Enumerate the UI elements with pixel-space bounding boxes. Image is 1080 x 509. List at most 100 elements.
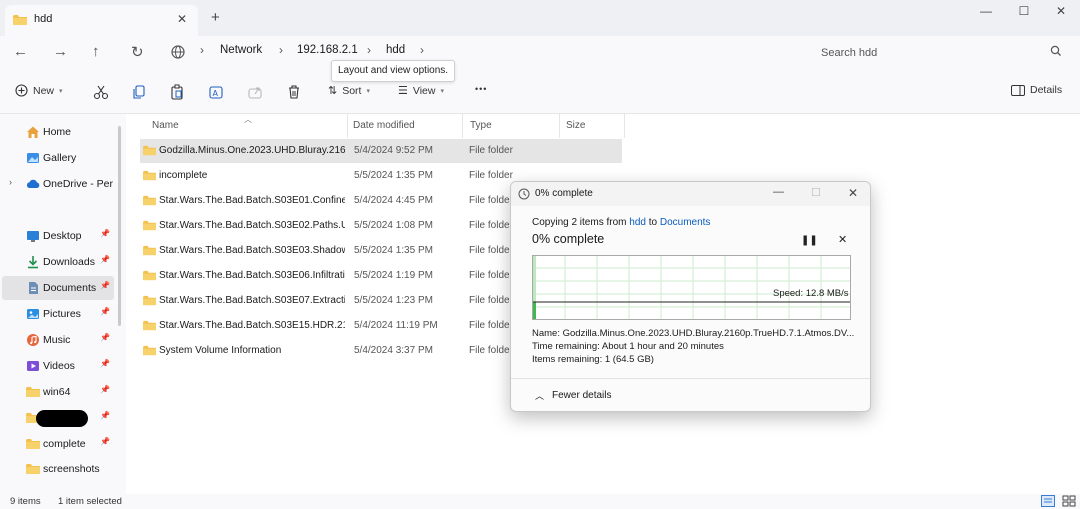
sidebar-item-onedrive[interactable]: › OneDrive - Personal xyxy=(0,172,116,196)
expand-chevron-icon[interactable]: › xyxy=(9,177,12,187)
sidebar-item-redacted[interactable]: 📌 xyxy=(0,406,116,430)
file-date: 5/5/2024 1:35 PM xyxy=(354,245,433,256)
table-row[interactable]: Godzilla.Minus.One.2023.UHD.Bluray.2160p… xyxy=(140,139,622,163)
dialog-minimize-button[interactable]: — xyxy=(773,186,784,198)
cancel-copy-button[interactable]: ✕ xyxy=(838,233,847,246)
sidebar-item-complete[interactable]: complete 📌 xyxy=(0,432,116,456)
paste-icon[interactable] xyxy=(168,83,186,101)
cut-icon[interactable] xyxy=(92,83,110,101)
sidebar-item-home[interactable]: Home xyxy=(0,120,116,144)
copy-description: Copying 2 items from hdd to Documents xyxy=(532,217,710,228)
items-remaining: Items remaining: 1 (64.5 GB) xyxy=(532,354,654,365)
delete-icon[interactable] xyxy=(285,83,303,101)
dialog-close-button[interactable]: ✕ xyxy=(848,186,858,200)
column-divider[interactable] xyxy=(559,114,560,138)
file-date: 5/5/2024 1:23 PM xyxy=(354,295,433,306)
back-button[interactable]: ← xyxy=(13,43,28,60)
sidebar-item-videos[interactable]: Videos 📌 xyxy=(0,354,116,378)
sidebar-item-downloads[interactable]: Downloads 📌 xyxy=(0,250,116,274)
home-icon xyxy=(27,126,39,138)
tiles-view-icon[interactable] xyxy=(1062,495,1076,507)
sidebar-item-music[interactable]: Music 📌 xyxy=(0,328,116,352)
destination-link[interactable]: Documents xyxy=(660,217,711,228)
file-type: File folder xyxy=(469,220,513,231)
file-name: incomplete xyxy=(159,170,208,181)
file-type: File folder xyxy=(469,245,513,256)
selection-count: 1 item selected xyxy=(58,496,122,507)
breadcrumb-separator[interactable]: › xyxy=(420,43,424,57)
fewer-details-button[interactable]: ︿ Fewer details xyxy=(535,389,611,402)
redaction-mark xyxy=(36,410,88,427)
view-button[interactable]: ☰ View ▾ xyxy=(398,84,444,98)
sidebar-item-win64[interactable]: win64 📌 xyxy=(0,380,116,404)
file-name: System Volume Information xyxy=(159,345,282,356)
tab-hdd[interactable]: hdd ✕ xyxy=(5,5,198,36)
details-pane-icon xyxy=(1011,84,1025,96)
sidebar-item-documents[interactable]: Documents 📌 xyxy=(2,276,114,300)
new-tab-button[interactable]: + xyxy=(211,9,220,26)
column-header-date[interactable]: Date modified xyxy=(353,120,415,131)
column-divider[interactable] xyxy=(347,114,348,138)
breadcrumb-separator: › xyxy=(279,43,283,57)
gallery-icon xyxy=(27,153,39,163)
folder-icon xyxy=(26,464,40,474)
file-name: Star.Wars.The.Bad.Batch.S03E02.Paths.Unk… xyxy=(159,220,345,231)
up-button[interactable]: ↑ xyxy=(92,43,100,60)
search-input[interactable]: Search hdd xyxy=(808,39,1072,67)
file-name: Star.Wars.The.Bad.Batch.S03E03.Shadows xyxy=(159,245,345,256)
file-date: 5/4/2024 4:45 PM xyxy=(354,195,433,206)
new-button[interactable]: New ▾ xyxy=(15,84,63,97)
sidebar-item-pictures[interactable]: Pictures 📌 xyxy=(0,302,116,326)
column-header-name[interactable]: Name xyxy=(152,120,179,131)
chevron-down-icon: ▾ xyxy=(59,87,63,95)
music-icon xyxy=(27,334,39,346)
rename-icon[interactable]: A xyxy=(207,83,225,101)
details-button[interactable]: Details xyxy=(1011,84,1062,96)
network-globe-icon[interactable] xyxy=(171,45,185,59)
breadcrumb-hdd[interactable]: hdd xyxy=(386,44,405,56)
column-header-size[interactable]: Size xyxy=(566,120,585,131)
file-name: Star.Wars.The.Bad.Batch.S03E07.Extractio… xyxy=(159,295,345,306)
copy-icon[interactable] xyxy=(130,83,148,101)
more-options-button[interactable]: ••• xyxy=(475,84,487,94)
dialog-divider xyxy=(511,378,870,379)
time-remaining: Time remaining: About 1 hour and 20 minu… xyxy=(532,341,724,352)
minimize-button[interactable]: — xyxy=(975,4,997,20)
folder-icon xyxy=(143,195,156,206)
refresh-button[interactable]: ↻ xyxy=(131,43,144,61)
pictures-icon xyxy=(27,309,39,319)
share-icon[interactable] xyxy=(246,83,264,101)
download-icon xyxy=(28,256,38,269)
copy-progress-dialog: 0% complete — ☐ ✕ Copying 2 items from h… xyxy=(510,181,871,412)
column-divider[interactable] xyxy=(462,114,463,138)
breadcrumb-separator: › xyxy=(367,43,371,57)
sidebar-scrollbar[interactable] xyxy=(118,126,121,326)
file-date: 5/4/2024 9:52 PM xyxy=(354,145,433,156)
layout-options-tooltip: Layout and view options. xyxy=(331,60,456,82)
title-bar: hdd ✕ + — ☐ ✕ xyxy=(0,0,1080,36)
dialog-maximize-button: ☐ xyxy=(811,187,821,199)
sidebar-item-gallery[interactable]: Gallery xyxy=(0,146,116,170)
close-window-button[interactable]: ✕ xyxy=(1050,4,1072,20)
folder-icon xyxy=(143,320,156,331)
pause-button[interactable]: ❚❚ xyxy=(801,235,818,246)
sidebar-item-screenshots[interactable]: screenshots xyxy=(0,457,116,481)
details-view-icon[interactable] xyxy=(1041,495,1055,507)
close-tab-icon[interactable]: ✕ xyxy=(177,12,187,26)
maximize-button[interactable]: ☐ xyxy=(1013,4,1035,20)
breadcrumb-separator: › xyxy=(200,43,204,57)
breadcrumb-ip[interactable]: 192.168.2.1 xyxy=(297,44,358,56)
column-header-type[interactable]: Type xyxy=(470,120,492,131)
forward-button[interactable]: → xyxy=(53,43,68,60)
chevron-down-icon: ▾ xyxy=(440,87,444,95)
file-date: 5/5/2024 1:08 PM xyxy=(354,220,433,231)
sidebar-item-desktop[interactable]: Desktop 📌 xyxy=(0,224,116,248)
breadcrumb-network[interactable]: Network xyxy=(220,44,262,56)
copy-prefix: Copying 2 items from xyxy=(532,217,627,228)
file-name: Star.Wars.The.Bad.Batch.S03E06.Infiltrat… xyxy=(159,270,345,281)
column-divider[interactable] xyxy=(624,114,625,138)
folder-icon xyxy=(143,345,156,356)
source-link[interactable]: hdd xyxy=(629,217,646,228)
sort-button[interactable]: ⇅ Sort ▾ xyxy=(328,84,370,98)
videos-icon xyxy=(27,361,39,371)
